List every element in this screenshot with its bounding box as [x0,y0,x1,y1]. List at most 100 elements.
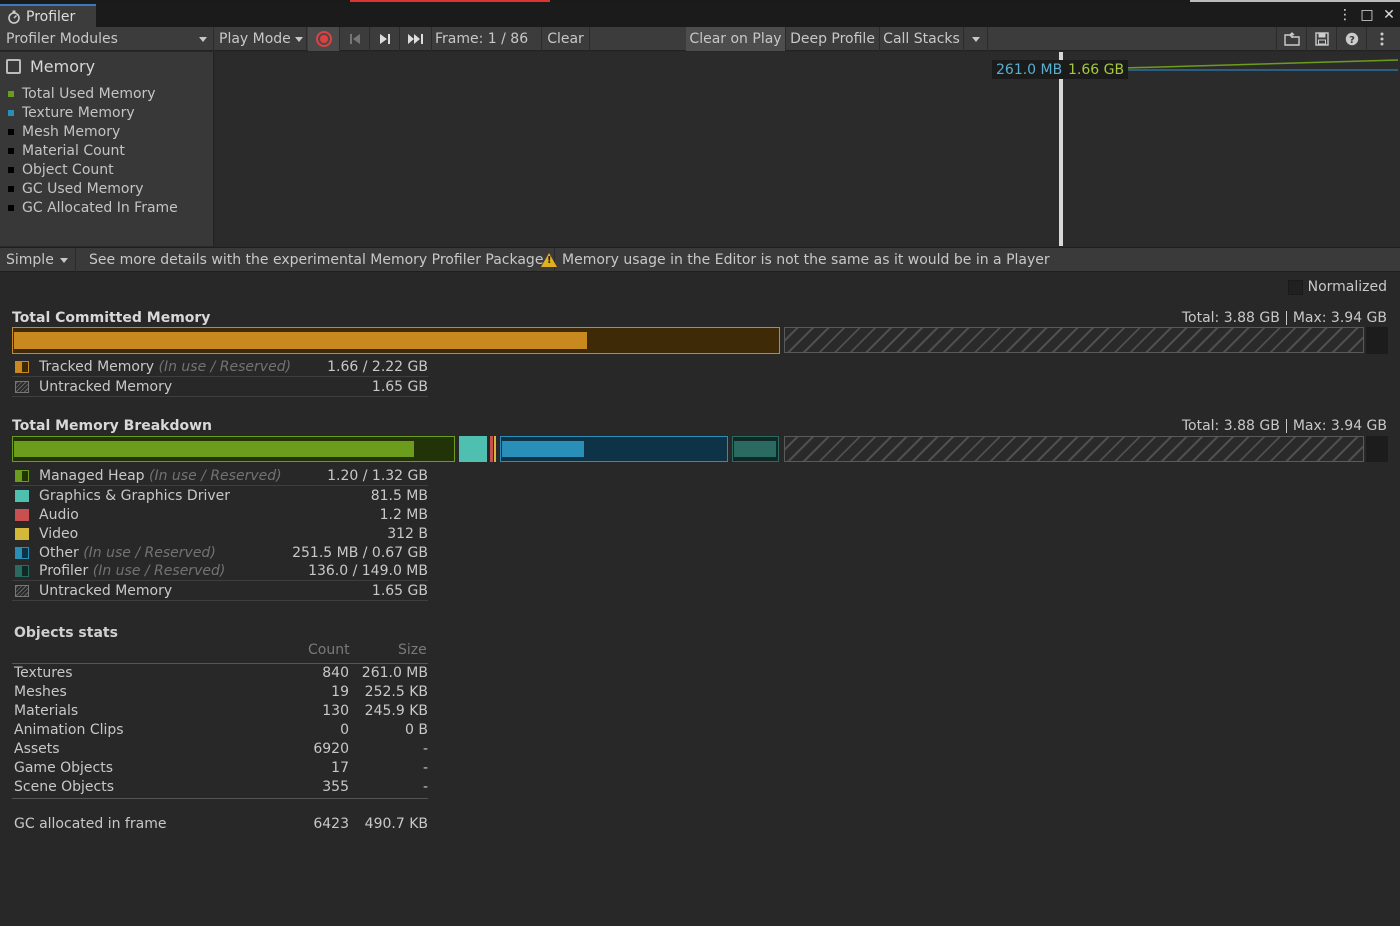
save-button[interactable] [1306,27,1336,51]
legend-item[interactable]: Material Count [8,141,178,160]
clear-button[interactable]: Clear [542,27,590,51]
legend-item[interactable]: GC Allocated In Frame [8,198,178,217]
record-button[interactable] [308,27,340,51]
memory-row-name: Video [39,525,79,542]
profiler-stopwatch-icon [6,9,22,25]
frame-indicator: Frame: 1 / 86 [432,27,542,51]
object-count: 840 [322,665,349,681]
tab-bar: Profiler ⋮ □ ✕ [0,2,1400,27]
warning-icon [541,253,557,267]
profiler-memory-in-use-fill [734,441,776,457]
legend-item[interactable]: Mesh Memory [8,122,178,141]
normalized-toggle[interactable]: Normalized [1287,279,1387,295]
close-icon[interactable]: ✕ [1382,7,1396,23]
legend-item-label: Texture Memory [22,104,135,121]
managed-heap-bar[interactable] [12,436,455,462]
legend-swatch [8,147,14,154]
call-stacks-toggle[interactable]: Call Stacks [880,27,964,51]
memory-row-value: 1.2 MB [379,506,428,523]
legend-item[interactable]: GC Used Memory [8,179,178,198]
memory-timeline-chart[interactable]: 261.0 MB 1.66 GB [215,52,1400,246]
memory-row-name: Untracked Memory [39,583,173,599]
memory-row-graphics[interactable]: Graphics & Graphics Driver 81.5 MB [12,486,428,505]
memory-row-value: 251.5 MB / 0.67 GB [292,544,428,561]
object-name: Game Objects [14,760,114,776]
object-count: 130 [322,703,349,719]
memory-row-name: Tracked Memory (In use / Reserved) [39,359,292,375]
profiler-memory-bar[interactable] [732,436,779,462]
legend-item[interactable]: Texture Memory [8,103,178,122]
graphics-driver-bar[interactable] [459,436,487,462]
video-bar[interactable] [494,436,496,462]
objects-row: Textures 840 261.0 MB [14,665,428,684]
gc-allocated-label: GC allocated in frame [14,816,167,832]
legend-item[interactable]: Total Used Memory [8,84,178,103]
memory-row-tracked[interactable]: Tracked Memory (In use / Reserved) 1.66 … [12,358,428,377]
breakdown-totals: Total: 3.88 GB Max: 3.94 GB [1182,418,1387,434]
legend-item-label: Material Count [22,142,125,159]
load-button[interactable] [1276,27,1306,51]
object-count: 0 [340,722,349,738]
objects-row: Meshes 19 252.5 KB [14,684,428,703]
object-name: Textures [14,665,73,681]
untracked-swatch [15,381,29,393]
legend-item-label: Mesh Memory [22,123,121,140]
memory-legend: Total Used Memory Texture Memory Mesh Me… [8,84,178,217]
more-options-icon[interactable]: ⋮ [1338,7,1352,23]
committed-memory-title: Total Committed Memory [12,310,211,326]
play-mode-dropdown[interactable]: Play Mode [215,27,307,51]
objects-row: Game Objects 17 - [14,760,428,779]
memory-module-title[interactable]: Memory [6,57,95,76]
object-name: Assets [14,741,60,757]
normalized-checkbox[interactable] [1287,279,1303,295]
memory-row-name: Other (In use / Reserved) [39,544,216,561]
memory-row-name: Profiler (In use / Reserved) [39,563,226,579]
untracked-memory-bar[interactable] [784,327,1364,353]
audio-bar[interactable] [490,436,493,462]
view-mode-dropdown[interactable]: Simple [0,248,76,272]
frame-cursor-line[interactable] [1059,52,1063,246]
object-name: Meshes [14,684,67,700]
legend-item-label: GC Allocated In Frame [22,199,178,216]
maximize-icon[interactable]: □ [1360,7,1374,23]
legend-item-label: Object Count [22,161,114,178]
other-memory-bar[interactable] [500,436,728,462]
legend-item[interactable]: Object Count [8,160,178,179]
object-name: Scene Objects [14,779,115,795]
tab-profiler[interactable]: Profiler [0,4,96,27]
tracked-memory-bar[interactable] [12,327,780,354]
breakdown-untracked-bar[interactable] [784,436,1364,462]
help-button[interactable]: ? [1336,27,1366,51]
current-frame-button[interactable] [400,27,432,51]
gc-allocated-count: 6423 [313,816,349,832]
memory-row-audio[interactable]: Audio 1.2 MB [12,505,428,524]
memory-row-breakdown-untracked[interactable]: Untracked Memory 1.65 GB [12,582,428,601]
objects-row: Animation Clips 0 0 B [14,722,428,741]
tracked-memory-in-use-fill [14,332,587,349]
memory-module-panel[interactable]: Memory Total Used Memory Texture Memory … [0,52,214,246]
untracked-swatch [15,585,29,597]
memory-row-managed-heap[interactable]: Managed Heap (In use / Reserved) 1.20 / … [12,467,428,486]
separator [1285,311,1287,325]
legend-swatch [8,109,14,116]
profiler-modules-dropdown[interactable]: Profiler Modules [0,27,214,51]
memory-profiler-package-link[interactable]: See more details with the experimental M… [84,248,555,272]
tracked-swatch [15,361,29,373]
memory-row-untracked[interactable]: Untracked Memory 1.65 GB [12,378,428,397]
memory-row-name: Managed Heap (In use / Reserved) [39,468,282,484]
memory-row-profiler[interactable]: Profiler (In use / Reserved) 136.0 / 149… [12,562,428,581]
more-vertical-icon [1380,32,1383,46]
clear-on-play-toggle[interactable]: Clear on Play [686,27,786,51]
memory-row-video[interactable]: Video 312 B [12,524,428,543]
legend-swatch [8,204,14,211]
first-frame-button[interactable] [340,27,370,51]
details-toolbar: Simple See more details with the experim… [0,247,1400,272]
next-frame-button[interactable] [370,27,400,51]
toolbar-more-button[interactable] [1366,27,1396,51]
play-mode-label: Play Mode [219,31,291,47]
timeline-lines [1123,59,1399,71]
call-stacks-dropdown[interactable] [964,27,988,51]
memory-row-other[interactable]: Other (In use / Reserved) 251.5 MB / 0.6… [12,543,428,562]
deep-profile-toggle[interactable]: Deep Profile [786,27,880,51]
objects-row: Scene Objects 355 - [14,779,428,798]
